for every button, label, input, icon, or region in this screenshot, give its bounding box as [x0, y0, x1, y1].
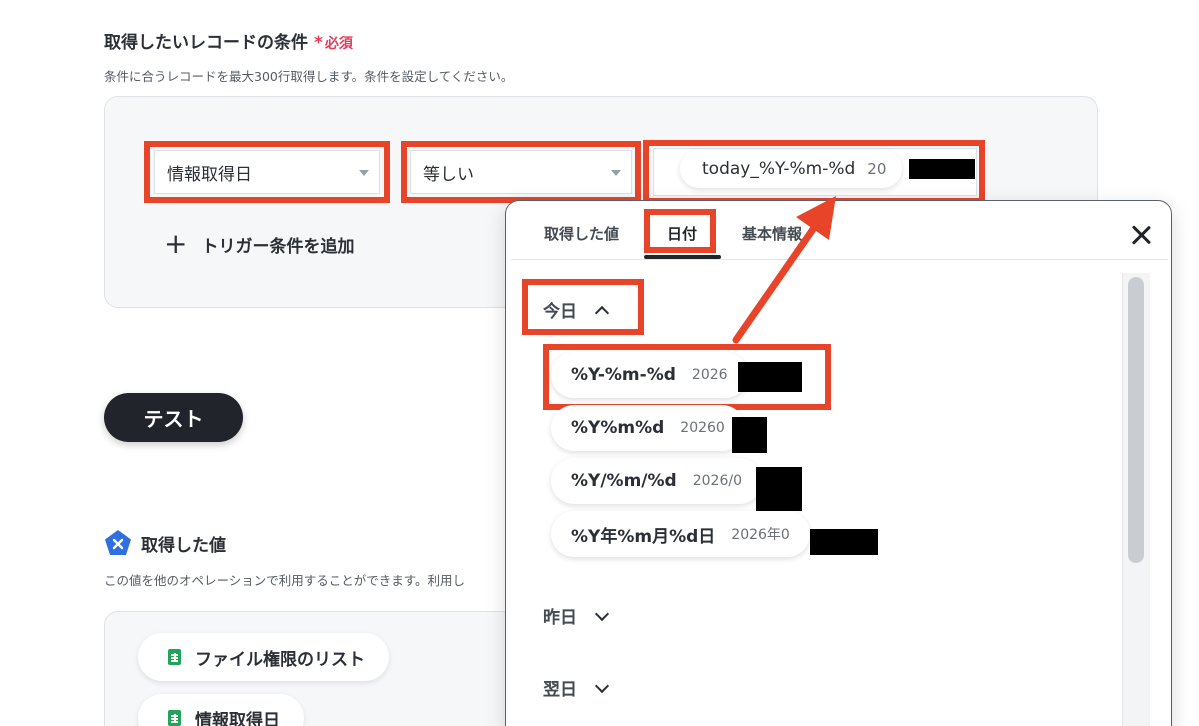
pentagon-logo-icon [105, 530, 131, 555]
chevron-down-icon [594, 678, 610, 693]
highlight-operator-select [401, 141, 641, 203]
add-trigger-label: トリガー条件を追加 [201, 236, 355, 257]
group-yesterday[interactable]: 昨日 [543, 603, 610, 628]
value-item-label: 情報取得日 [195, 710, 280, 726]
format-chip[interactable]: %Y%m%d 20260 [551, 405, 745, 451]
highlight-group-today [522, 279, 644, 335]
spreadsheet-icon [168, 710, 181, 726]
highlight-format-chip [543, 344, 831, 410]
format-pattern: %Y/%m/%d [571, 471, 677, 491]
redaction-bar [810, 529, 878, 555]
format-pattern: %Y%m%d [571, 418, 665, 438]
format-chip[interactable]: %Y年%m月%d日 2026年0 [551, 511, 810, 557]
add-trigger-condition-button[interactable]: + トリガー条件を追加 [164, 230, 354, 258]
tab-got-values[interactable]: 取得した値 [544, 223, 619, 244]
format-preview: 2026/0 [692, 473, 742, 489]
group-yesterday-label: 昨日 [543, 608, 577, 628]
redaction-bar [756, 467, 802, 511]
format-preview: 20260 [680, 420, 725, 436]
required-star: * [314, 33, 323, 53]
highlight-tab-date [644, 209, 716, 253]
value-item-chip[interactable]: ファイル権限のリスト [138, 633, 389, 681]
value-item-label: ファイル権限のリスト [195, 649, 365, 670]
section-title: 取得したいレコードの条件 * 必須 [104, 28, 353, 53]
section-description: 条件に合うレコードを最大300行取得します。条件を設定してください。 [104, 69, 514, 84]
plus-icon: + [164, 227, 188, 260]
group-tomorrow[interactable]: 翌日 [543, 675, 610, 700]
tab-basic-info[interactable]: 基本情報 [742, 223, 802, 244]
got-values-description: この値を他のオペレーションで利用することができます。利用し [104, 573, 466, 588]
tab-divider [511, 259, 1168, 260]
format-preview: 2026年0 [731, 527, 790, 543]
format-chip[interactable]: %Y/%m/%d 2026/0 [551, 458, 762, 504]
chevron-down-icon [594, 606, 610, 621]
spreadsheet-icon [168, 649, 181, 665]
scrollbar-thumb[interactable] [1128, 277, 1144, 563]
value-picker-popup: 取得した値 日付 基本情報 今日 %Y-%m-%d 2026 %Y%m%d 20… [505, 200, 1172, 726]
highlight-value-input [643, 140, 985, 204]
redaction-bar [732, 417, 767, 453]
got-values-title: 取得した値 [141, 535, 226, 556]
format-pattern: %Y年%m月%d日 [571, 526, 716, 547]
highlight-field-select [144, 141, 390, 203]
value-item-chip[interactable]: 情報取得日 [138, 694, 304, 726]
section-title-text: 取得したいレコードの条件 [104, 33, 308, 53]
test-button[interactable]: テスト [104, 393, 243, 442]
close-icon[interactable] [1127, 221, 1155, 249]
required-label: 必須 [324, 36, 353, 52]
group-tomorrow-label: 翌日 [543, 680, 577, 700]
got-values-header: 取得した値 [104, 529, 226, 557]
